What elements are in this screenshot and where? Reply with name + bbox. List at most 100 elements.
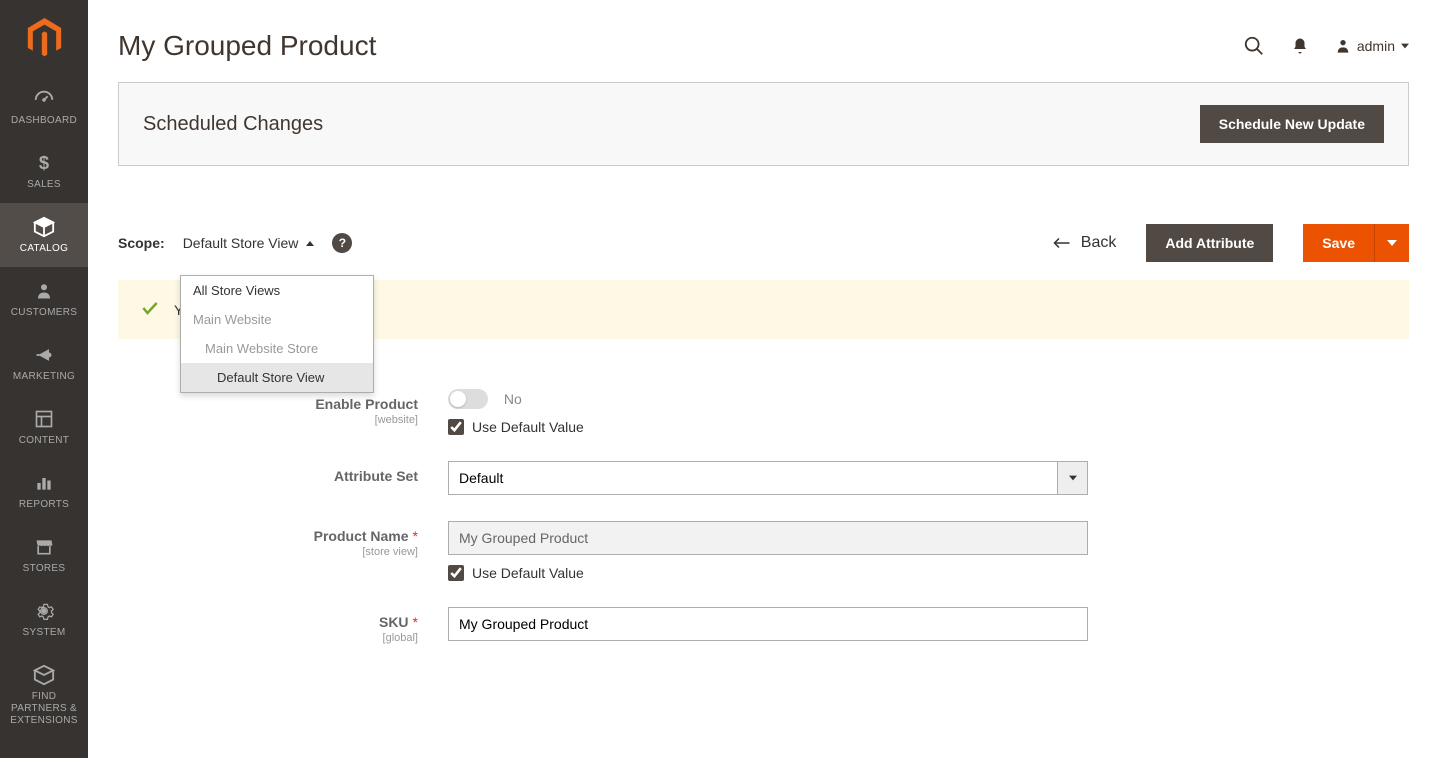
topbar-actions: admin	[1243, 35, 1409, 57]
sidebar-item-reports[interactable]: Reports	[0, 459, 88, 523]
save-button-group: Save	[1303, 224, 1409, 262]
label-col: Enable Product [website]	[118, 389, 448, 426]
sidebar-item-dashboard[interactable]: Dashboard	[0, 75, 88, 139]
scope-toolbar: Scope: Default Store View ? All Store Vi…	[118, 206, 1409, 280]
use-default-label: Use Default Value	[472, 419, 584, 435]
chevron-down-icon	[1401, 42, 1409, 50]
control-col: No Use Default Value	[448, 389, 1088, 435]
back-button[interactable]: Back	[1053, 234, 1117, 252]
use-default-row: Use Default Value	[448, 565, 1088, 581]
user-name: admin	[1357, 38, 1395, 54]
use-default-row: Use Default Value	[448, 419, 1088, 435]
catalog-icon	[32, 215, 56, 239]
sidebar-item-content[interactable]: Content	[0, 395, 88, 459]
sidebar-item-sales[interactable]: $ Sales	[0, 139, 88, 203]
check-icon	[140, 298, 160, 321]
scope-selector[interactable]: Default Store View	[183, 235, 315, 251]
dollar-icon: $	[32, 151, 56, 175]
sidebar-label: Reports	[19, 499, 69, 511]
schedule-new-update-button[interactable]: Schedule New Update	[1200, 105, 1384, 143]
control-col	[448, 607, 1088, 641]
scope-option-all-stores[interactable]: All Store Views	[181, 276, 373, 305]
attribute-set-value[interactable]	[448, 461, 1058, 495]
partners-icon	[32, 663, 56, 687]
product-name-scope: [store view]	[118, 546, 418, 558]
attribute-set-select[interactable]	[448, 461, 1088, 495]
label-col: SKU* [global]	[118, 607, 448, 644]
sidebar-label: Sales	[27, 179, 61, 191]
caret-down-icon	[1069, 474, 1077, 482]
sku-label: SKU	[379, 614, 409, 630]
control-col: Use Default Value	[448, 521, 1088, 581]
sidebar-item-catalog[interactable]: Catalog	[0, 203, 88, 267]
gear-icon	[32, 599, 56, 623]
toggle-knob	[450, 391, 466, 407]
sidebar-label: Customers	[11, 307, 77, 319]
field-attribute-set: Attribute Set	[118, 461, 1409, 495]
main-content: My Grouped Product admin Scheduled Chang…	[88, 0, 1439, 680]
help-icon[interactable]: ?	[332, 233, 352, 253]
sidebar-item-marketing[interactable]: Marketing	[0, 331, 88, 395]
field-product-name: Product Name* [store view] Use Default V…	[118, 521, 1409, 581]
save-dropdown-toggle[interactable]	[1374, 224, 1409, 262]
sku-input[interactable]	[448, 607, 1088, 641]
field-enable-product: Enable Product [website] No Use Default …	[118, 389, 1409, 435]
product-form: Enable Product [website] No Use Default …	[118, 379, 1409, 680]
search-icon[interactable]	[1243, 35, 1265, 57]
user-icon	[1335, 38, 1351, 54]
sidebar-label: Marketing	[13, 371, 75, 383]
back-label: Back	[1081, 234, 1117, 252]
enable-product-value: No	[504, 391, 522, 407]
user-menu[interactable]: admin	[1335, 38, 1409, 54]
product-name-use-default-checkbox[interactable]	[448, 565, 464, 581]
label-col: Product Name* [store view]	[118, 521, 448, 558]
required-mark: *	[413, 614, 418, 630]
field-sku: SKU* [global]	[118, 607, 1409, 644]
enable-product-scope: [website]	[118, 414, 418, 426]
chart-icon	[32, 471, 56, 495]
sidebar-item-system[interactable]: System	[0, 587, 88, 651]
attribute-set-caret[interactable]	[1058, 461, 1088, 495]
magento-logo[interactable]	[0, 0, 88, 75]
scope-option-store: Main Website Store	[181, 334, 373, 363]
control-col	[448, 461, 1088, 495]
page-title: My Grouped Product	[118, 30, 376, 62]
sidebar-label: System	[23, 627, 66, 639]
required-mark: *	[413, 528, 418, 544]
admin-sidebar: Dashboard $ Sales Catalog Customers Mark…	[0, 0, 88, 758]
product-name-input[interactable]	[448, 521, 1088, 555]
notification-icon[interactable]	[1291, 37, 1309, 55]
scope-option-store-view[interactable]: Default Store View	[181, 363, 373, 392]
sidebar-item-partners[interactable]: Find Partners & Extensions	[0, 651, 88, 739]
sidebar-item-customers[interactable]: Customers	[0, 267, 88, 331]
scope-left: Scope: Default Store View ? All Store Vi…	[118, 233, 352, 253]
scope-option-website: Main Website	[181, 305, 373, 334]
magento-logo-icon	[27, 18, 62, 58]
enable-product-toggle[interactable]	[448, 389, 488, 409]
svg-text:$: $	[39, 153, 49, 173]
label-col: Attribute Set	[118, 461, 448, 484]
scope-dropdown: All Store Views Main Website Main Websit…	[180, 275, 374, 393]
topbar: My Grouped Product admin	[118, 0, 1409, 82]
arrow-up-icon	[306, 241, 314, 246]
enable-product-use-default-checkbox[interactable]	[448, 419, 464, 435]
content-icon	[32, 407, 56, 431]
sidebar-item-stores[interactable]: Stores	[0, 523, 88, 587]
store-icon	[32, 535, 56, 559]
product-name-label: Product Name	[314, 528, 409, 544]
enable-product-label: Enable Product	[315, 396, 418, 412]
person-icon	[32, 279, 56, 303]
dashboard-icon	[32, 87, 56, 111]
scope-right: Back Add Attribute Save	[1053, 224, 1409, 262]
sidebar-label: Catalog	[20, 243, 68, 255]
sidebar-label: Dashboard	[11, 115, 77, 127]
sidebar-label: Find Partners & Extensions	[4, 691, 84, 727]
attribute-set-label: Attribute Set	[334, 468, 418, 484]
sku-scope: [global]	[118, 632, 418, 644]
sidebar-label: Content	[19, 435, 69, 447]
save-button[interactable]: Save	[1303, 224, 1374, 262]
add-attribute-button[interactable]: Add Attribute	[1146, 224, 1273, 262]
megaphone-icon	[32, 343, 56, 367]
use-default-label: Use Default Value	[472, 565, 584, 581]
caret-down-icon	[1387, 238, 1397, 248]
